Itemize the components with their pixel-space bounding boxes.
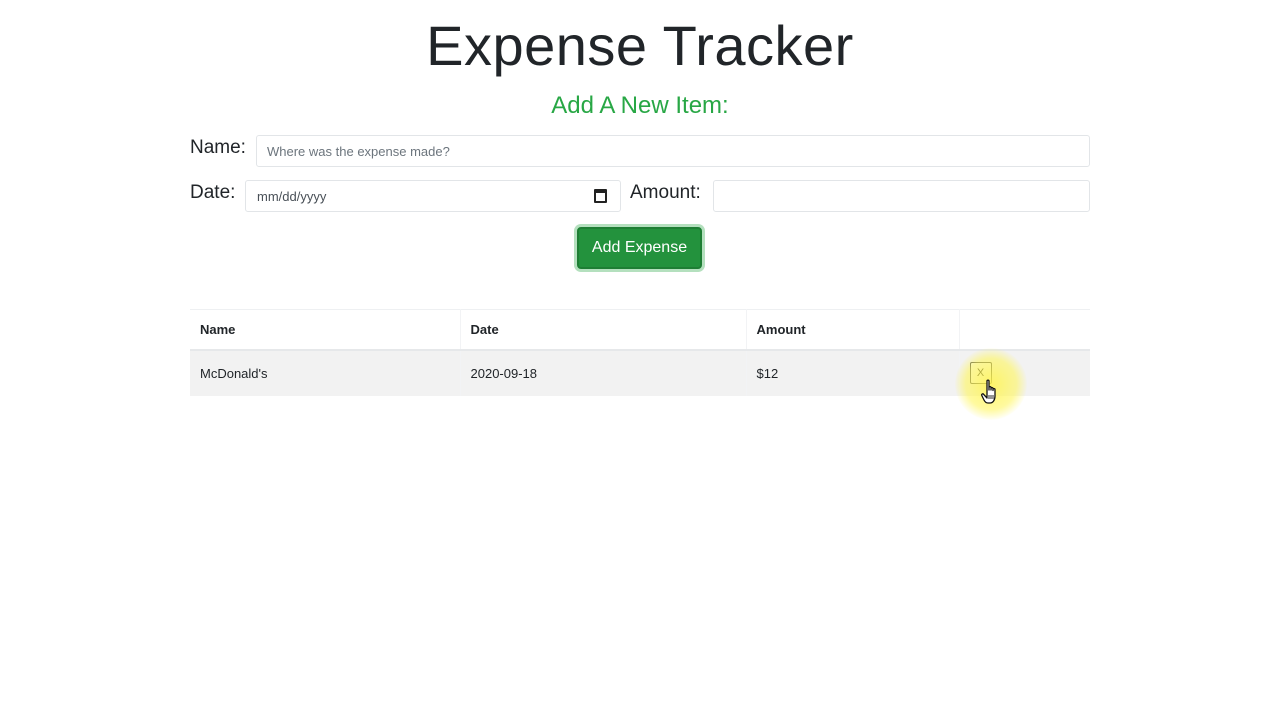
cell-actions: X (959, 349, 1090, 396)
date-placeholder: mm/dd/yyyy (257, 189, 327, 204)
add-expense-button[interactable]: Add Expense (577, 227, 702, 269)
date-label: Date: (190, 182, 236, 203)
column-header-name: Name (190, 309, 461, 351)
amount-input[interactable] (713, 180, 1090, 212)
cell-date: 2020-09-18 (460, 349, 747, 396)
name-label: Name: (190, 137, 246, 158)
column-header-amount: Amount (746, 309, 960, 351)
delete-row-button[interactable]: X (969, 362, 992, 384)
amount-label: Amount: (630, 182, 701, 203)
expense-tracker-page: Expense Tracker Add A New Item: Name: Da… (0, 0, 1280, 720)
expense-table: Name Date Amount McDonald's 2020-09-18 $… (190, 309, 1090, 396)
cell-amount: $12 (746, 349, 960, 396)
column-header-date: Date (460, 309, 747, 351)
date-input[interactable]: mm/dd/yyyy (245, 180, 621, 212)
calendar-icon[interactable] (594, 189, 607, 203)
cell-name: McDonald's (190, 349, 461, 396)
form-heading: Add A New Item: (551, 92, 729, 119)
table-row: McDonald's 2020-09-18 $12 X (190, 349, 1090, 396)
column-header-actions (959, 309, 1090, 351)
name-input[interactable] (256, 135, 1090, 167)
page-title: Expense Tracker (426, 14, 854, 77)
table-header-row: Name Date Amount (190, 309, 1090, 351)
